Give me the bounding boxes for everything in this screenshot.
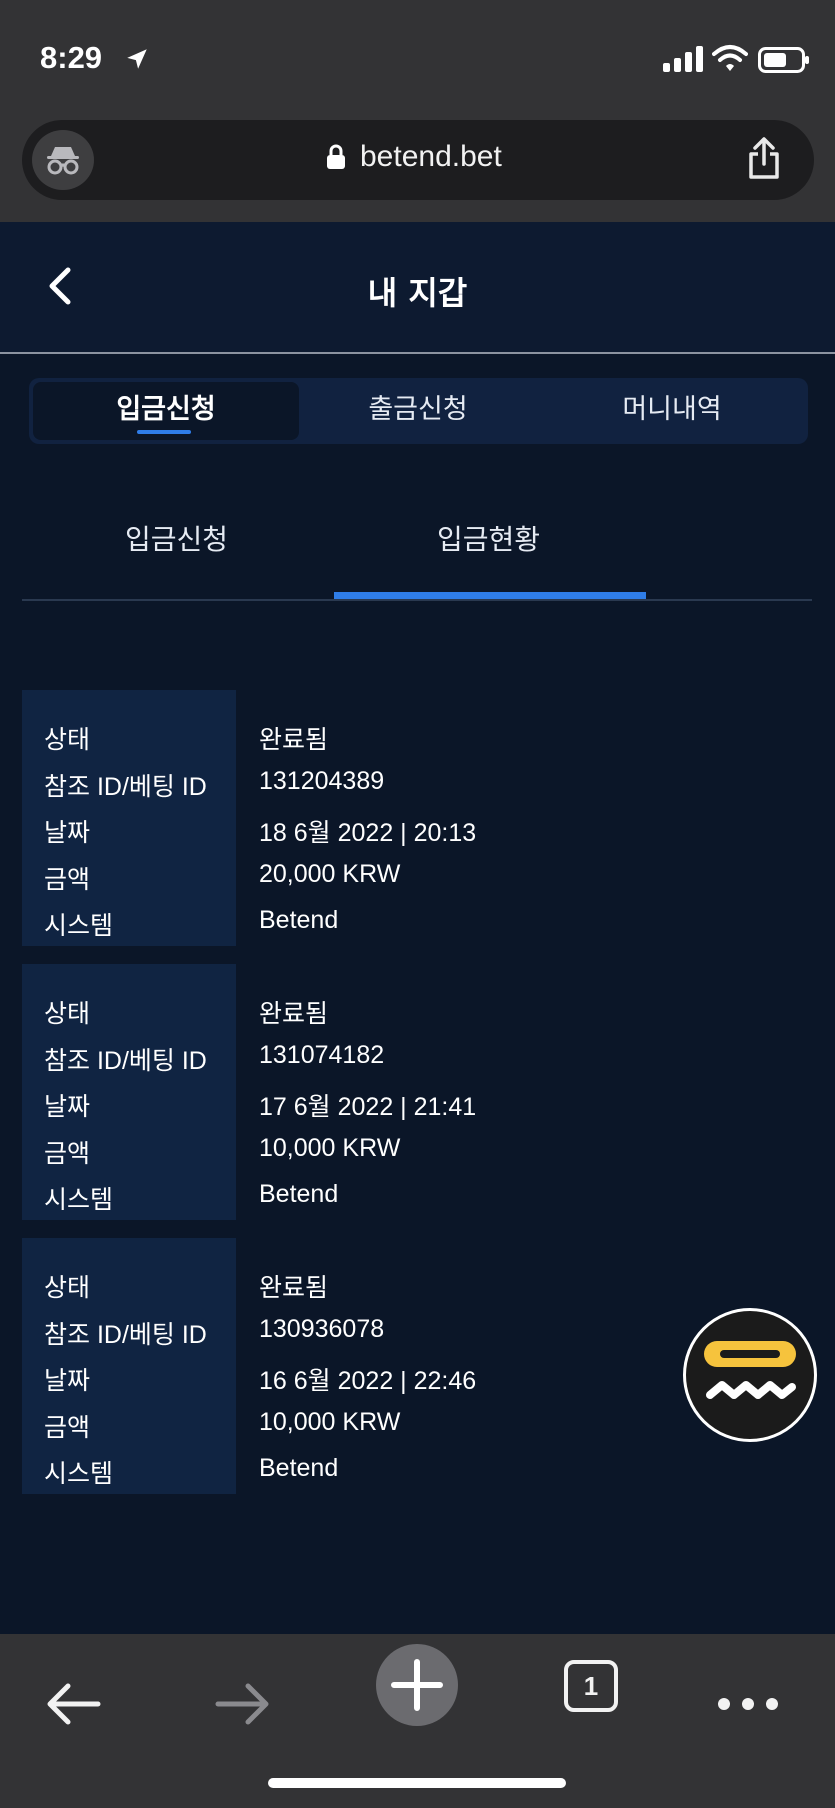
status-time: 8:29	[40, 40, 103, 75]
status-label: 상태	[44, 1000, 91, 1028]
active-subtab-indicator	[334, 592, 646, 599]
sub-tab-bar: 입금신청 입금현황	[22, 470, 812, 601]
browser-bottom-toolbar: 1	[0, 1634, 835, 1808]
ref-id-label: 참조 ID/베팅 ID	[44, 1321, 207, 1349]
date-value: 17 6월 2022 | 21:41	[259, 1093, 477, 1121]
status-value: 완료됨	[259, 1274, 329, 1302]
browser-top-chrome: 8:29 betend.bet	[0, 0, 835, 222]
tab-switcher-button[interactable]: 1	[564, 1660, 618, 1712]
date-label: 날짜	[44, 819, 91, 847]
share-icon[interactable]	[744, 136, 784, 180]
status-label: 상태	[44, 726, 91, 754]
tab-withdraw-request[interactable]: 출금신청	[285, 382, 551, 440]
floating-chat-button[interactable]	[683, 1308, 817, 1442]
battery-icon	[758, 47, 809, 73]
new-tab-button[interactable]	[376, 1644, 458, 1726]
status-value: 완료됨	[259, 726, 329, 754]
deposit-record: 상태 완료됨 참조 ID/베팅 ID 131204389 날짜 18 6월 20…	[22, 690, 812, 946]
status-label: 상태	[44, 1274, 91, 1302]
amount-label: 금액	[44, 1414, 91, 1442]
wifi-icon	[712, 45, 748, 71]
forward-arrow-icon[interactable]	[202, 1664, 282, 1744]
system-label: 시스템	[44, 1186, 114, 1214]
amount-value: 10,000 KRW	[259, 1134, 401, 1162]
system-value: Betend	[259, 1180, 339, 1208]
lock-icon	[327, 144, 345, 169]
url-text[interactable]: betend.bet	[360, 140, 502, 174]
subtab-deposit-status[interactable]: 입금현황	[437, 518, 540, 558]
address-bar[interactable]: betend.bet	[22, 120, 814, 200]
home-indicator	[268, 1778, 566, 1788]
amount-value: 10,000 KRW	[259, 1408, 401, 1436]
more-options-icon[interactable]	[710, 1664, 790, 1744]
system-label: 시스템	[44, 1460, 114, 1488]
status-value: 완료됨	[259, 1000, 329, 1028]
amount-label: 금액	[44, 1140, 91, 1168]
date-label: 날짜	[44, 1367, 91, 1395]
active-tab-indicator	[137, 430, 191, 434]
tab-label: 머니내역	[622, 394, 722, 425]
tab-label: 출금신청	[368, 394, 468, 425]
ref-id-value: 131204389	[259, 767, 385, 795]
screen: 8:29 betend.bet 내 지갑 입금신청 출금신청 머니내역 입금신청…	[0, 0, 835, 1808]
incognito-icon	[47, 147, 79, 175]
app-header: 내 지갑	[0, 222, 835, 354]
main-tab-bar: 입금신청 출금신청 머니내역	[29, 378, 808, 444]
amount-label: 금액	[44, 866, 91, 894]
ref-id-label: 참조 ID/베팅 ID	[44, 1047, 207, 1075]
date-value: 18 6월 2022 | 20:13	[259, 819, 477, 847]
tab-label: 입금신청	[116, 394, 216, 425]
deposit-record: 상태 완료됨 참조 ID/베팅 ID 131074182 날짜 17 6월 20…	[22, 964, 812, 1220]
incognito-button[interactable]	[32, 130, 94, 190]
system-value: Betend	[259, 1454, 339, 1482]
ref-id-value: 131074182	[259, 1041, 385, 1069]
ref-id-label: 참조 ID/베팅 ID	[44, 773, 207, 801]
amount-value: 20,000 KRW	[259, 860, 401, 888]
chat-widget-icon	[704, 1341, 796, 1399]
tab-deposit-request[interactable]: 입금신청	[33, 382, 299, 440]
subtab-deposit-request[interactable]: 입금신청	[125, 518, 228, 558]
system-value: Betend	[259, 906, 339, 934]
system-label: 시스템	[44, 912, 114, 940]
signal-icon	[663, 46, 703, 72]
ref-id-value: 130936078	[259, 1315, 385, 1343]
date-value: 16 6월 2022 | 22:46	[259, 1367, 477, 1395]
page-title: 내 지갑	[367, 274, 468, 312]
date-label: 날짜	[44, 1093, 91, 1121]
plus-icon	[391, 1659, 443, 1711]
location-arrow-icon	[127, 49, 147, 69]
tab-money-history[interactable]: 머니내역	[539, 382, 805, 440]
back-arrow-icon[interactable]	[34, 1664, 114, 1744]
divider	[22, 599, 812, 601]
